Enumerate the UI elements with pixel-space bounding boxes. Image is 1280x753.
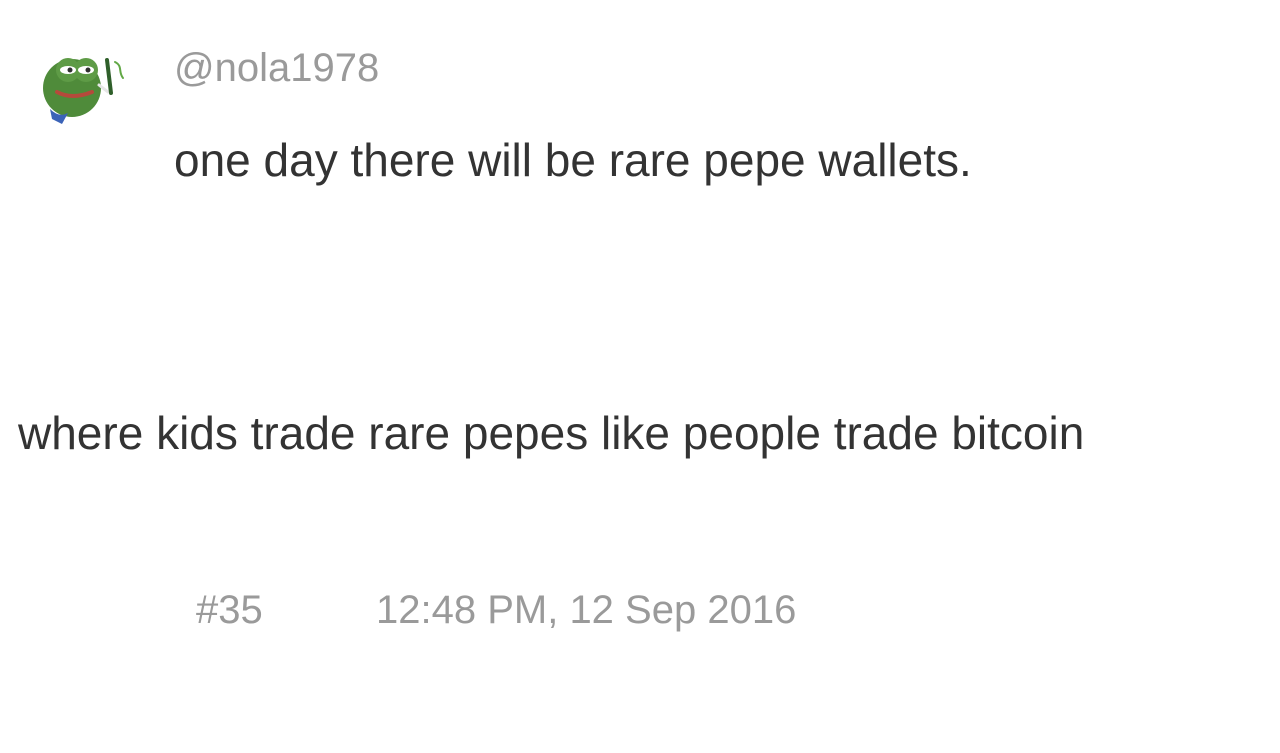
post-card: @nola1978 one day there will be rare pep… bbox=[0, 0, 1280, 753]
post-number[interactable]: #35 bbox=[196, 586, 263, 634]
timestamp: 12:48 PM, 12 Sep 2016 bbox=[376, 588, 797, 632]
frog-avatar-icon[interactable] bbox=[40, 40, 126, 126]
username[interactable]: @nola1978 bbox=[174, 44, 379, 92]
message-line-2: where kids trade rare pepes like people … bbox=[18, 407, 1085, 459]
message-line-1: one day there will be rare pepe wallets. bbox=[174, 134, 972, 186]
